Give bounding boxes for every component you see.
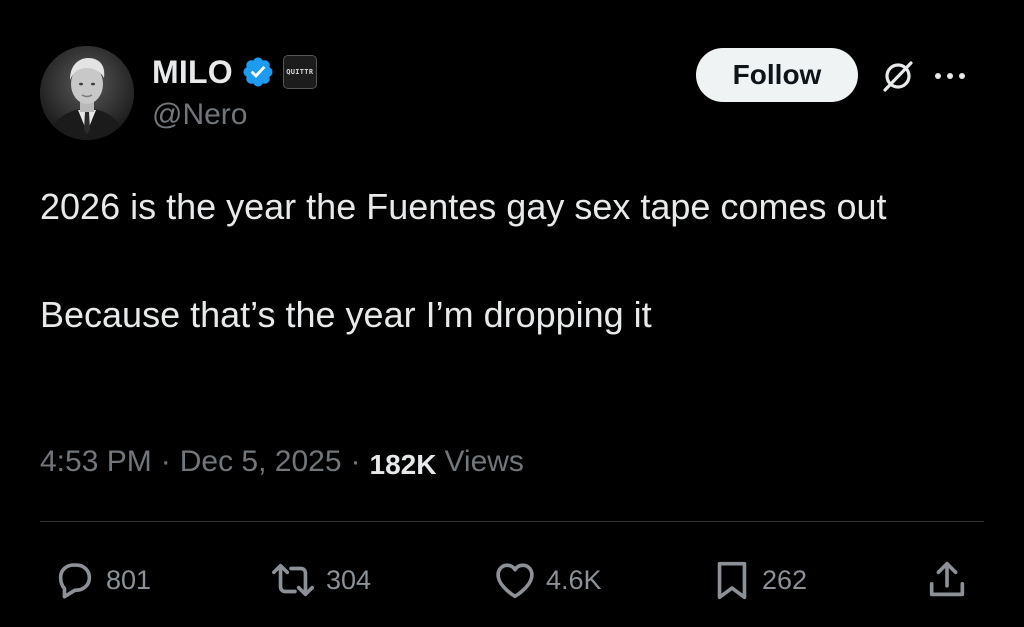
like-count: 4.6K <box>546 564 602 595</box>
action-bar: 801 304 4.6K 262 <box>0 552 1024 608</box>
reply-count: 801 <box>106 564 152 595</box>
like-button[interactable]: 4.6K <box>492 552 602 608</box>
affiliate-badge[interactable]: QUITTR <box>282 55 317 89</box>
tweet-time[interactable]: 4:53 PM <box>40 445 152 479</box>
bookmark-count: 262 <box>762 564 808 595</box>
tweet-card: MILO QUITTR @Nero Follow 2026 is the yea… <box>0 0 1024 627</box>
tweet-date[interactable]: Dec 5, 2025 <box>180 445 342 479</box>
repost-button[interactable]: 304 <box>268 552 371 608</box>
avatar[interactable] <box>40 46 134 140</box>
author-name-row: MILO QUITTR <box>152 52 317 92</box>
bookmark-button[interactable]: 262 <box>710 552 807 608</box>
avatar-image <box>40 46 134 140</box>
tweet-text: 2026 is the year the Fuentes gay sex tap… <box>40 186 887 335</box>
affiliate-badge-text: QUITTR <box>286 68 314 76</box>
tweet-meta: 4:53 PM · Dec 5, 2025 · 182K Views <box>40 440 524 484</box>
views-count[interactable]: 182K <box>370 449 437 481</box>
follow-button[interactable]: Follow <box>696 48 858 102</box>
repost-count: 304 <box>326 564 372 595</box>
bookmark-icon <box>710 557 754 603</box>
like-icon <box>492 557 538 603</box>
reply-button[interactable]: 801 <box>52 552 151 608</box>
author-display-name[interactable]: MILO <box>152 54 233 91</box>
author-handle[interactable]: @Nero <box>152 98 247 132</box>
share-icon <box>924 557 970 603</box>
more-dots-icon[interactable] <box>928 60 972 92</box>
views-label[interactable]: Views <box>444 445 523 479</box>
divider <box>40 521 984 522</box>
share-button[interactable] <box>924 552 970 608</box>
meta-separator: · <box>350 445 361 478</box>
verified-badge-icon[interactable] <box>241 55 275 89</box>
repost-icon <box>268 557 318 603</box>
meta-separator: · <box>160 445 171 478</box>
grok-icon[interactable] <box>878 56 918 96</box>
reply-icon <box>52 557 98 603</box>
